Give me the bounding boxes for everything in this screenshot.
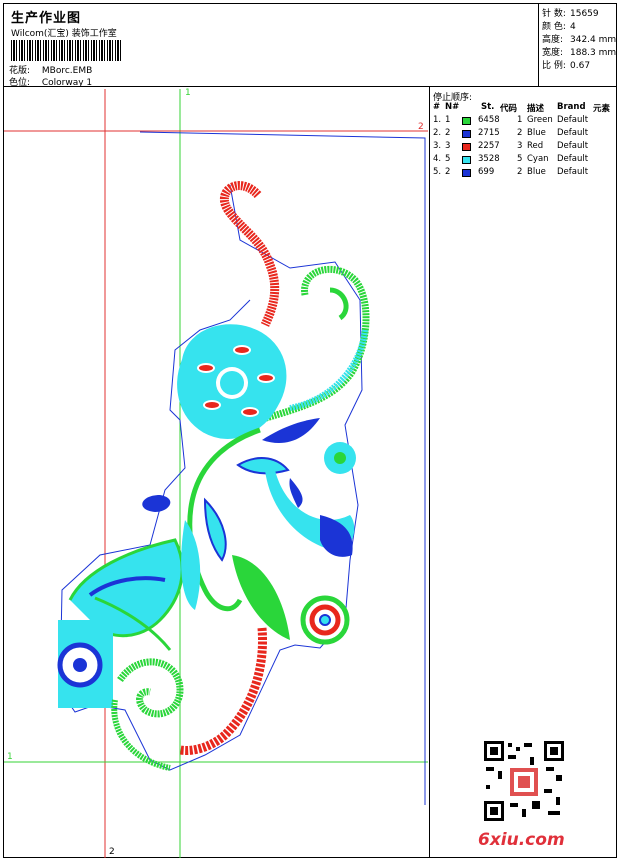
cyan-leaf-inner — [203, 497, 227, 562]
red-stem-lower — [179, 627, 267, 755]
green-swirl-tip — [329, 287, 349, 321]
cyan-swirl — [289, 329, 368, 411]
guide-marker-h2: 2 — [418, 122, 424, 132]
blue-leaf-left — [142, 495, 171, 512]
red-flower — [300, 595, 350, 645]
watermark-logo: 6xiu.com — [478, 830, 565, 850]
small-cyan-flower — [324, 442, 356, 474]
qr-code — [482, 739, 566, 823]
cyan-leaf-center — [181, 520, 201, 610]
guide-marker-h1: 1 — [7, 752, 13, 762]
blue-flower — [57, 620, 113, 708]
red-curl-stem — [219, 181, 280, 327]
large-flower — [177, 324, 287, 439]
guide-marker-v1: 1 — [185, 88, 191, 98]
cyan-leaf — [236, 457, 290, 475]
guide-marker-v2: 2 — [109, 847, 115, 857]
green-scroll — [117, 658, 184, 718]
blue-leaf-upper — [262, 418, 320, 444]
green-leaf-right — [232, 555, 290, 640]
embroidery-design-canvas — [4, 89, 566, 858]
